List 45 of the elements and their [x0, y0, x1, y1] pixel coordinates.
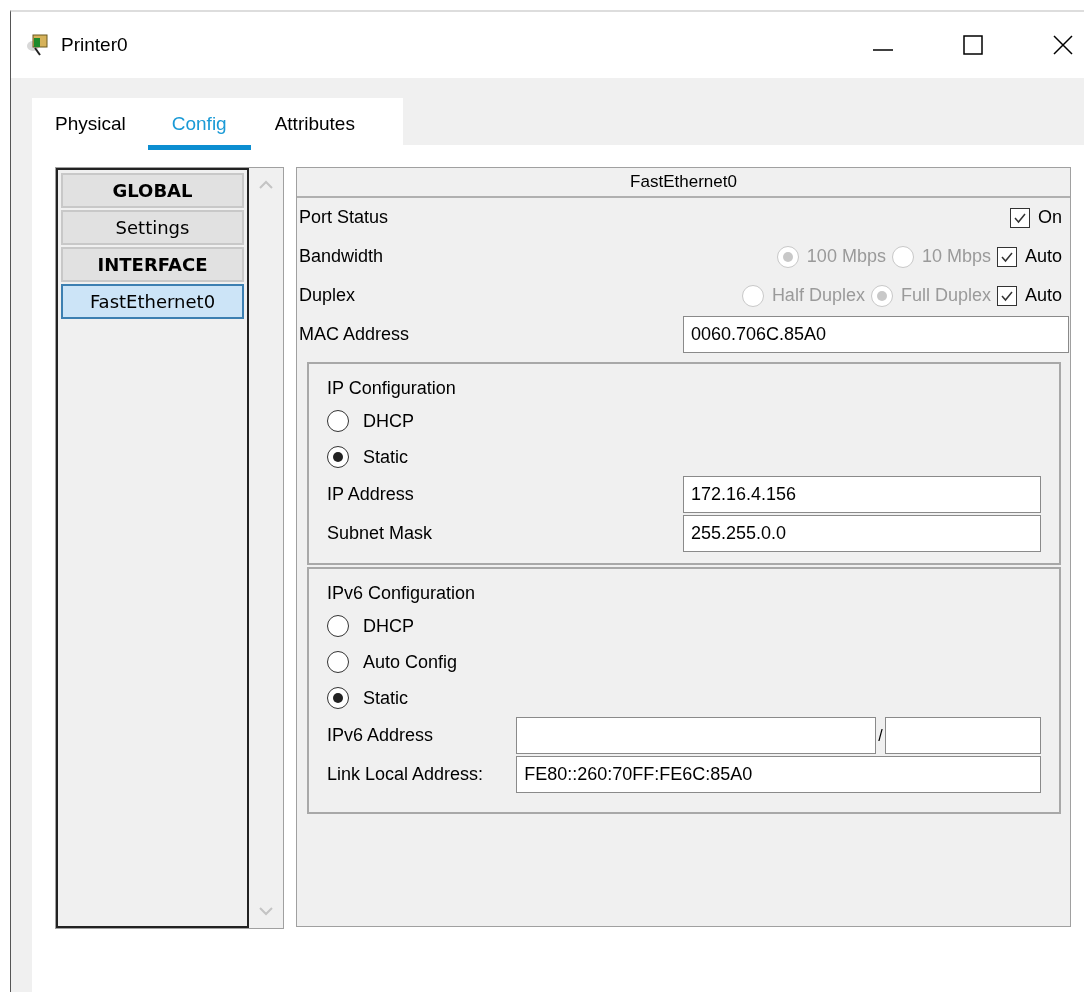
radio-label: Full Duplex [900, 285, 991, 306]
panel-title: FastEthernet0 [297, 168, 1070, 198]
sidebar-item[interactable]: GLOBAL [61, 173, 244, 208]
field-label: Duplex [299, 285, 356, 306]
sidebar-item[interactable]: FastEthernet0 [61, 284, 244, 319]
radio-label: Half Duplex [771, 285, 865, 306]
field-label: Subnet Mask [327, 523, 433, 544]
field-label: Link Local Address: [327, 764, 485, 785]
sidebar-item[interactable]: Settings [61, 210, 244, 245]
tab[interactable]: Attributes [250, 113, 379, 150]
checkbox-label: Auto [1024, 246, 1062, 267]
mac-address-field[interactable]: 0060.706C.85A0 [683, 316, 1069, 353]
group-title: IPv6 Configuration [327, 583, 477, 604]
input-field[interactable]: 172.16.4.156 [683, 476, 1041, 513]
field-label: Port Status [299, 207, 389, 228]
radio-label: 10 Mbps [921, 246, 991, 267]
radio-label: Auto Config [363, 651, 458, 673]
radio-label: Static [363, 446, 409, 468]
input-field[interactable]: 255.255.0.0 [683, 515, 1041, 552]
radio-button[interactable] [327, 687, 349, 709]
radio-label: 100 Mbps [806, 246, 886, 267]
maximize-icon[interactable] [963, 35, 983, 55]
ipv6-address-field[interactable] [515, 717, 877, 754]
separator: / [877, 726, 884, 745]
radio-button[interactable] [327, 410, 349, 432]
sidebar-item[interactable]: INTERFACE [61, 247, 244, 282]
prefix-field[interactable] [885, 717, 1041, 754]
checkbox-label: Auto [1024, 285, 1062, 306]
window-title: Printer0 [61, 34, 128, 56]
checkbox-label: On [1038, 207, 1062, 228]
radio-button[interactable] [327, 651, 349, 673]
tab[interactable]: Physical [55, 113, 148, 150]
radio-label: DHCP [363, 615, 414, 637]
radio-label: Static [363, 687, 409, 709]
field-label: MAC Address [299, 324, 410, 345]
field-label: IP Address [327, 484, 414, 505]
radio-button[interactable] [327, 446, 349, 468]
link-local-field[interactable]: FE80::260:70FF:FE6C:85A0 [516, 756, 1041, 793]
radio-button[interactable] [327, 615, 349, 637]
close-icon[interactable] [1053, 35, 1073, 55]
group-title: IP Configuration [327, 378, 457, 399]
field-label: IPv6 Address [327, 725, 435, 746]
checkbox[interactable] [1010, 207, 1030, 228]
radio-label: DHCP [363, 410, 414, 432]
field-label: Bandwidth [299, 246, 384, 267]
